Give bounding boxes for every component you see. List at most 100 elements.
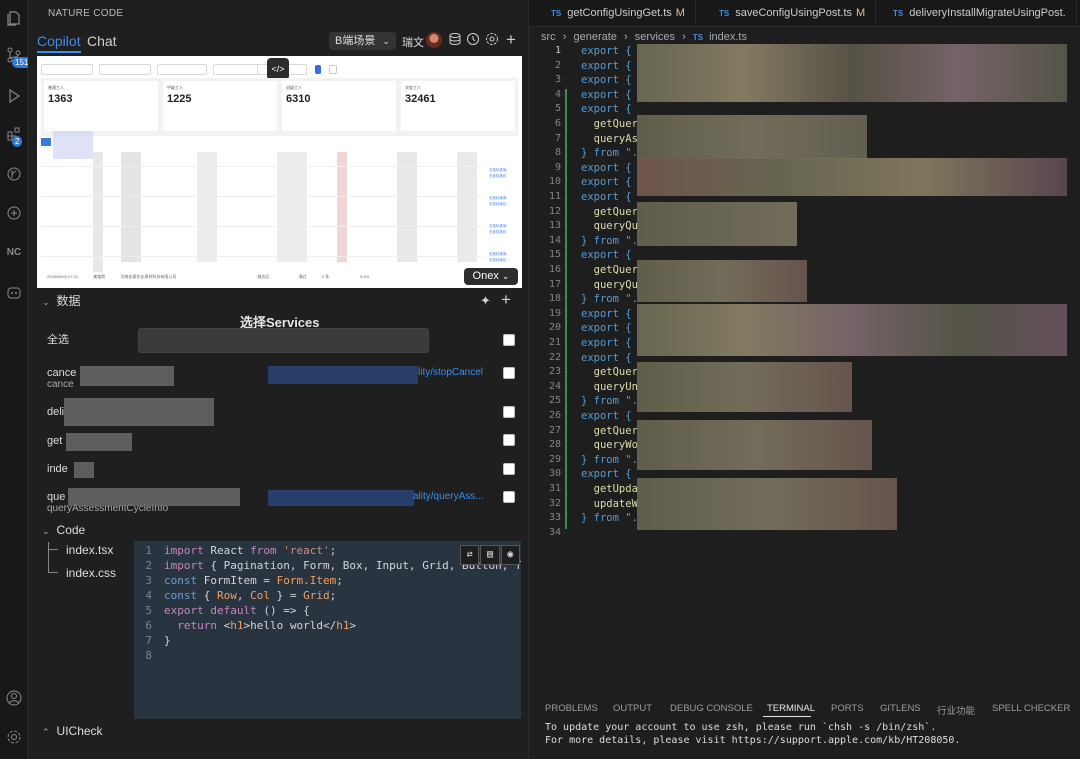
tab-chat[interactable]: Chat bbox=[87, 33, 117, 49]
code-line: getQuer bbox=[581, 205, 638, 218]
tab-spell-checker[interactable]: SPELL CHECKER bbox=[992, 703, 1070, 714]
settings-icon[interactable] bbox=[484, 32, 500, 48]
select-all-checkbox[interactable] bbox=[503, 334, 515, 346]
chevron-right-icon: › bbox=[623, 31, 628, 43]
preview-stat-cards: 普通工人 1363 中级工人 1225 初级工人 6310 学徒工人 32461 bbox=[41, 78, 518, 136]
run-debug-icon[interactable] bbox=[4, 86, 24, 106]
tab-terminal[interactable]: TERMINAL bbox=[767, 703, 815, 714]
service-row-sub: cance bbox=[47, 379, 74, 390]
preview-link: 无效标准化 bbox=[489, 258, 507, 262]
code-line: export { bbox=[581, 351, 632, 364]
breadcrumb-item[interactable]: generate bbox=[573, 31, 616, 43]
line-number: 11 bbox=[548, 191, 561, 202]
line-number: 6 bbox=[554, 118, 561, 129]
remote-explorer-icon[interactable] bbox=[4, 203, 24, 223]
eye-icon[interactable]: ◉ bbox=[500, 545, 520, 565]
preview-card: 初级工人 6310 bbox=[282, 81, 396, 131]
services-search-input[interactable] bbox=[138, 328, 429, 353]
onex-dropdown[interactable]: Onex ⌄ bbox=[464, 268, 518, 285]
code-line: } from ". bbox=[581, 453, 638, 466]
preview-card-value: 6310 bbox=[286, 93, 311, 105]
code-section-header[interactable]: ⌄ Code bbox=[42, 523, 85, 537]
redacted-block bbox=[74, 462, 94, 478]
preview-blur bbox=[197, 152, 217, 262]
code-line: 3 const FormItem = Form.Item; bbox=[145, 574, 343, 587]
line-number: 10 bbox=[548, 176, 561, 188]
service-checkbox[interactable] bbox=[503, 406, 515, 418]
settings-gear-icon[interactable] bbox=[4, 727, 24, 747]
preview-link: 无效标准库 bbox=[489, 252, 507, 256]
account-icon[interactable] bbox=[4, 688, 24, 708]
tab-ports[interactable]: PORTS bbox=[831, 703, 864, 714]
add-data-icon[interactable]: + bbox=[501, 290, 511, 310]
code-line: export { bbox=[581, 88, 638, 101]
git-graph-icon[interactable] bbox=[4, 164, 24, 184]
code-line: export { bbox=[581, 191, 632, 203]
tab-debug-console[interactable]: DEBUG CONSOLE bbox=[670, 703, 753, 714]
service-row-label: cance bbox=[47, 367, 77, 379]
preview-blur bbox=[397, 152, 417, 262]
preview-blur bbox=[121, 152, 141, 262]
code-preview-editor[interactable]: 1 import React from 'react'; 2 import { Pa… bbox=[134, 541, 521, 719]
service-checkbox[interactable] bbox=[503, 367, 515, 379]
line-number: 26 bbox=[548, 410, 561, 421]
preview-search-button bbox=[315, 65, 321, 74]
file-index-tsx[interactable]: index.tsx bbox=[66, 543, 113, 557]
copilot-bot-icon[interactable] bbox=[4, 282, 24, 302]
line-number: 7 bbox=[554, 132, 561, 144]
database-icon[interactable] bbox=[447, 32, 463, 48]
history-icon[interactable] bbox=[465, 32, 481, 48]
tab-problems[interactable]: PROBLEMS bbox=[545, 703, 598, 714]
preview-tag bbox=[41, 138, 51, 146]
uicheck-section-header[interactable]: ⌃ UICheck bbox=[42, 724, 103, 738]
extensions-icon[interactable]: 2 bbox=[4, 124, 24, 147]
line-number: 16 bbox=[548, 264, 561, 275]
code-line: getQuer bbox=[581, 264, 638, 276]
tab-gitlens[interactable]: GITLENS bbox=[880, 703, 921, 714]
line-number: 27 bbox=[548, 424, 561, 436]
tab-delivery-install[interactable]: TS deliveryInstallMigrateUsingPost. bbox=[883, 0, 1077, 27]
code-line: export { bbox=[581, 249, 632, 262]
breadcrumb-item[interactable]: index.ts bbox=[709, 31, 747, 43]
tab-getconfig[interactable]: TS getConfigUsingGet.ts M bbox=[541, 0, 696, 27]
tab-copilot[interactable]: Copilot bbox=[37, 33, 81, 49]
file-index-css[interactable]: index.css bbox=[66, 566, 116, 580]
explorer-icon[interactable] bbox=[4, 8, 24, 28]
line-number: 9 bbox=[554, 161, 561, 173]
preview-filter-4 bbox=[213, 64, 263, 75]
service-checkbox[interactable] bbox=[503, 463, 515, 475]
scene-select[interactable]: B端场景 ⌄ bbox=[329, 32, 396, 50]
service-checkbox[interactable] bbox=[503, 491, 515, 503]
preview-card-value: 1225 bbox=[167, 93, 192, 105]
code-line: export { bbox=[581, 337, 638, 349]
code-line: } from ". bbox=[581, 234, 638, 247]
avatar[interactable] bbox=[426, 32, 442, 48]
code-line: 7} bbox=[145, 634, 171, 647]
panel-title: NATURE CODE bbox=[48, 8, 124, 19]
source-control-icon[interactable]: 151 bbox=[4, 45, 32, 68]
code-view-toggle[interactable]: </> bbox=[267, 58, 289, 80]
select-all-label: 全选 bbox=[47, 334, 69, 346]
tab-saveconfig[interactable]: TS saveConfigUsingPost.ts M bbox=[709, 0, 877, 27]
preview-card: 中级工人 1225 bbox=[163, 81, 277, 131]
line-number: 33 bbox=[548, 512, 561, 524]
code-line: 6 return <h1>hello world</h1> bbox=[145, 619, 357, 632]
translate-icon[interactable]: ⇄ bbox=[460, 545, 480, 565]
copy-icon[interactable]: ▤ bbox=[480, 545, 500, 565]
breadcrumb-item[interactable]: src bbox=[541, 31, 556, 43]
redacted-block bbox=[637, 420, 872, 470]
breadcrumb-item[interactable]: services bbox=[635, 31, 675, 43]
preview-card-value: 32461 bbox=[405, 93, 436, 105]
tab-output[interactable]: OUTPUT bbox=[613, 703, 652, 714]
nature-code-icon[interactable]: NC bbox=[4, 242, 24, 262]
tab-industry-features[interactable]: 行业功能 bbox=[937, 703, 975, 717]
add-icon[interactable]: + bbox=[503, 31, 519, 48]
data-section-header[interactable]: ⌄ 数据 bbox=[42, 292, 81, 309]
service-checkbox[interactable] bbox=[503, 434, 515, 446]
chevron-down-icon: ⌄ bbox=[501, 271, 510, 281]
sparkle-icon[interactable]: ✦ bbox=[480, 293, 491, 309]
code-line: getQuer bbox=[581, 424, 638, 437]
service-row-path: lity/stopCancel bbox=[418, 367, 484, 378]
terminal-line: To update your account to use zsh, pleas… bbox=[545, 722, 937, 733]
terminal-line: For more details, please visit https://s… bbox=[545, 735, 961, 746]
